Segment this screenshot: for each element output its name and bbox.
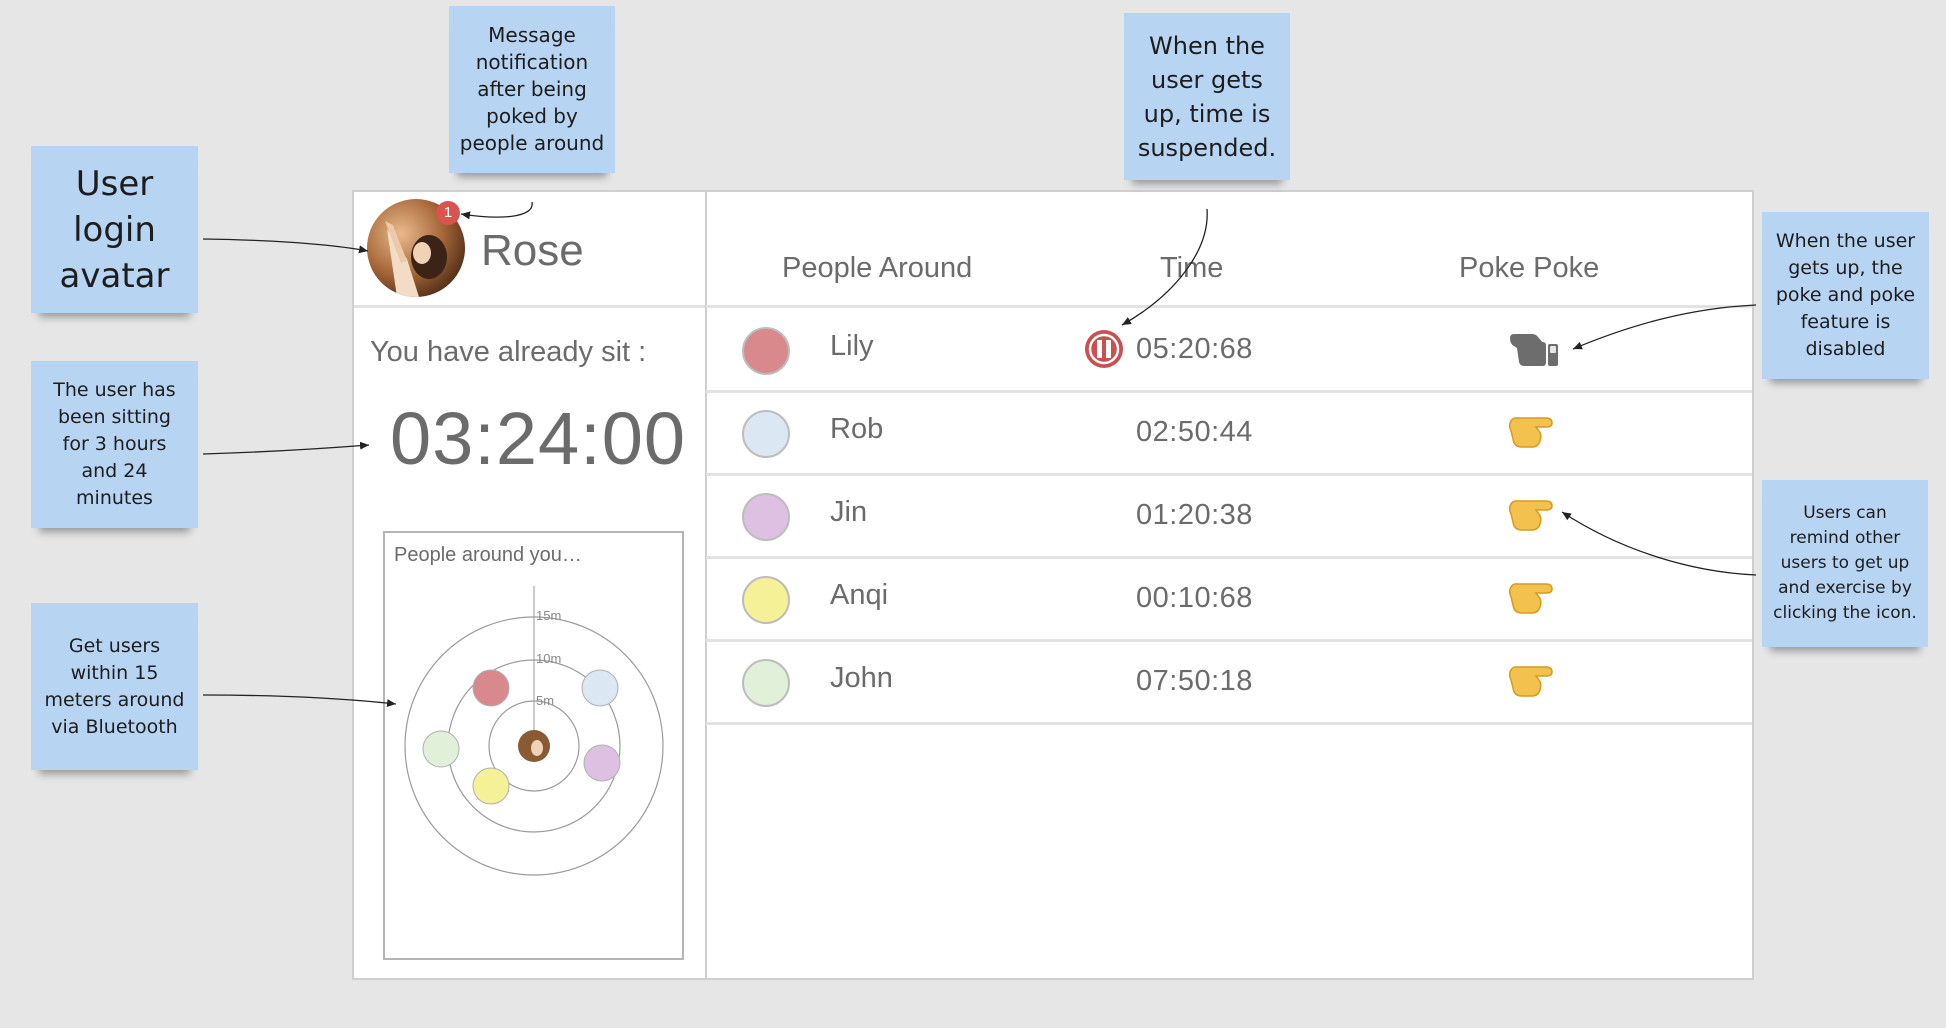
arrow-sitting bbox=[202, 441, 370, 455]
arrow-disabled bbox=[1572, 304, 1757, 350]
annotation-arrows bbox=[202, 201, 1757, 708]
arrow-notification bbox=[460, 201, 533, 220]
arrow-suspended bbox=[1121, 208, 1208, 326]
arrow-avatar bbox=[202, 238, 369, 254]
arrow-bluetooth bbox=[202, 694, 397, 708]
arrow-remind bbox=[1561, 511, 1757, 576]
